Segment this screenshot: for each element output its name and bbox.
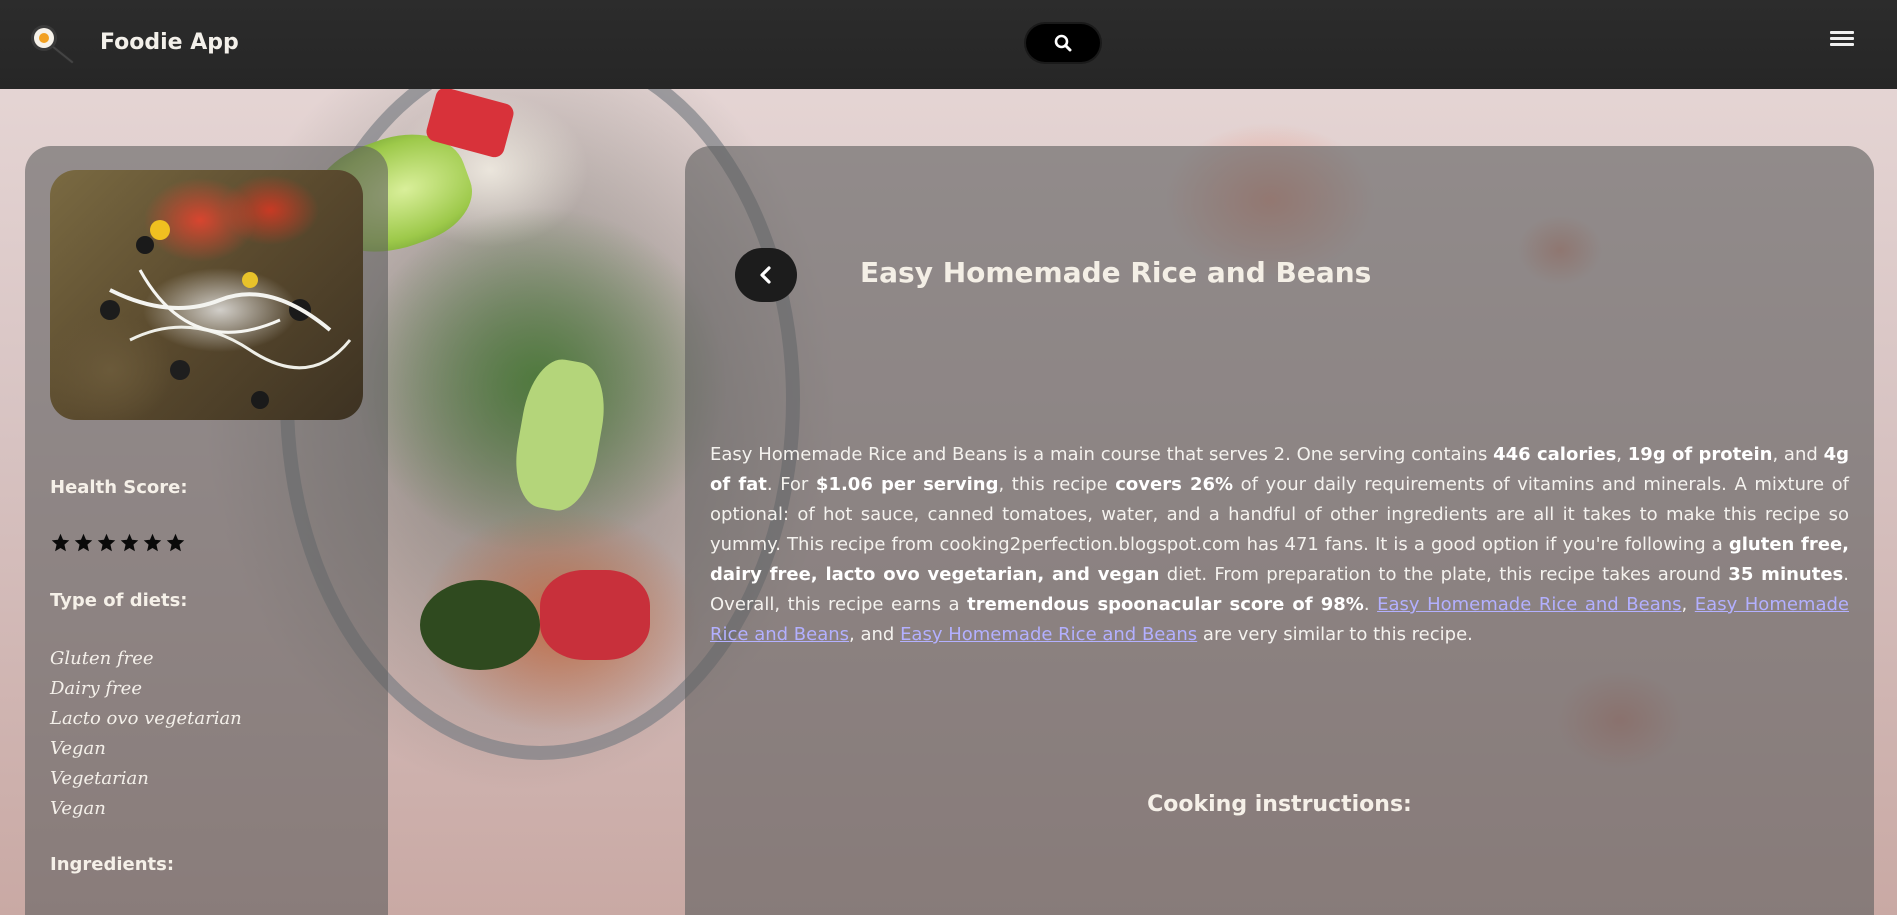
star-icon [51, 533, 70, 552]
star-icon [120, 533, 139, 552]
health-score-label: Health Score: [50, 477, 188, 498]
chevron-left-icon [760, 266, 771, 284]
recipe-detail-card: Easy Homemade Rice and Beans Easy Homema… [685, 146, 1874, 915]
list-item: Vegan [50, 798, 106, 819]
recipe-title: Easy Homemade Rice and Beans [860, 256, 1372, 289]
search-button[interactable] [1026, 24, 1100, 62]
ingredients-label: Ingredients: [50, 854, 175, 875]
app-title[interactable]: Foodie App [100, 30, 239, 55]
back-button[interactable] [735, 248, 797, 302]
tomato-decoration [540, 570, 650, 660]
similar-recipe-link[interactable]: Easy Homemade Rice and Beans [1377, 594, 1681, 615]
recipe-summary: Easy Homemade Rice and Beans is a main c… [710, 444, 1850, 645]
health-score-stars [50, 532, 186, 553]
diet-list: Gluten free Dairy free Lacto ovo vegetar… [50, 644, 242, 824]
list-item: Gluten free [50, 648, 154, 669]
kale-decoration [420, 580, 540, 670]
list-item: Vegetarian [50, 768, 149, 789]
diets-label: Type of diets: [50, 590, 188, 611]
recipe-sidebar-card: Health Score: Type of diets: Gluten free… [25, 146, 388, 915]
hamburger-menu-icon[interactable] [1830, 26, 1854, 50]
app-header: Foodie App [0, 0, 1897, 89]
search-icon [1054, 34, 1072, 52]
cooking-instructions-label: Cooking instructions: [1147, 792, 1412, 817]
list-item: Lacto ovo vegetarian [50, 708, 242, 729]
star-icon [97, 533, 116, 552]
recipe-image [50, 170, 363, 420]
star-icon [74, 533, 93, 552]
frying-pan-egg-icon[interactable] [28, 24, 76, 66]
star-icon [143, 533, 162, 552]
list-item: Vegan [50, 738, 106, 759]
similar-recipe-link[interactable]: Easy Homemade Rice and Beans [900, 624, 1197, 645]
list-item: Dairy free [50, 678, 142, 699]
star-icon [166, 533, 185, 552]
